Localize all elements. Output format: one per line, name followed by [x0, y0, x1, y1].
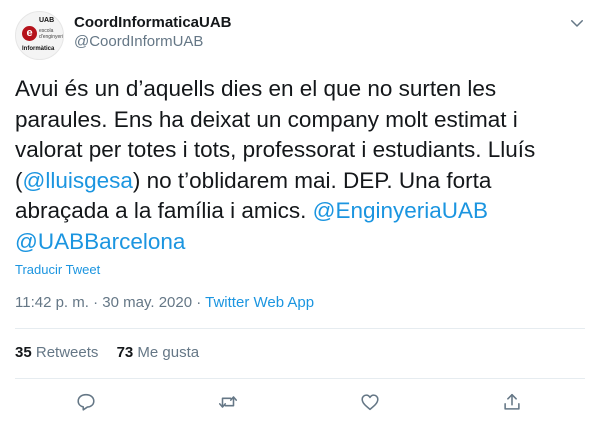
tweet-stats: 35 Retweets 73 Me gusta [15, 344, 213, 361]
tweet-card: e UAB escola d'enginyeria Informàtica Co… [0, 0, 600, 427]
meta-separator: · [93, 294, 99, 311]
divider [15, 328, 585, 329]
retweet-icon[interactable] [217, 391, 241, 415]
author-display-name[interactable]: CoordInformaticaUAB [74, 14, 232, 32]
mention-link[interactable]: @EnginyeriaUAB [313, 198, 488, 223]
meta-separator: · [196, 294, 202, 311]
chevron-down-icon[interactable] [568, 14, 586, 32]
tweet-actions [0, 391, 600, 415]
retweets-count: 35 [15, 344, 32, 361]
tweet-meta: 11:42 p. m. · 30 may. 2020 · Twitter Web… [15, 294, 314, 311]
tweet-date[interactable]: 30 may. 2020 [102, 294, 192, 311]
reply-icon[interactable] [75, 391, 99, 415]
retweets-stat[interactable]: 35 Retweets [15, 344, 98, 361]
divider [15, 378, 585, 379]
avatar-logo-school: escola d'enginyeria [39, 28, 64, 40]
avatar-logo-e: e [22, 26, 37, 41]
heart-icon[interactable] [359, 391, 383, 415]
author-names: CoordInformaticaUAB @CoordInformUAB [74, 14, 232, 52]
likes-stat[interactable]: 73 Me gusta [117, 344, 200, 361]
author-handle[interactable]: @CoordInformUAB [74, 32, 232, 52]
mention-link[interactable]: @lluisgesa [23, 168, 133, 193]
avatar-logo-uab: UAB [39, 17, 55, 24]
mention-link[interactable]: @UABBarcelona [15, 229, 185, 254]
likes-count: 73 [116, 344, 134, 361]
translate-tweet-link[interactable]: Traducir Tweet [15, 262, 100, 277]
tweet-source[interactable]: Twitter Web App [205, 294, 314, 311]
avatar[interactable]: e UAB escola d'enginyeria Informàtica [15, 11, 64, 60]
share-icon[interactable] [501, 391, 525, 415]
avatar-logo-informatica: Informàtica [22, 46, 55, 52]
tweet-time[interactable]: 11:42 p. m. [15, 294, 89, 311]
likes-label: Me gusta [137, 344, 200, 361]
tweet-text: Avui és un d’aquells dies en el que no s… [15, 74, 587, 257]
retweets-label: Retweets [35, 344, 99, 361]
